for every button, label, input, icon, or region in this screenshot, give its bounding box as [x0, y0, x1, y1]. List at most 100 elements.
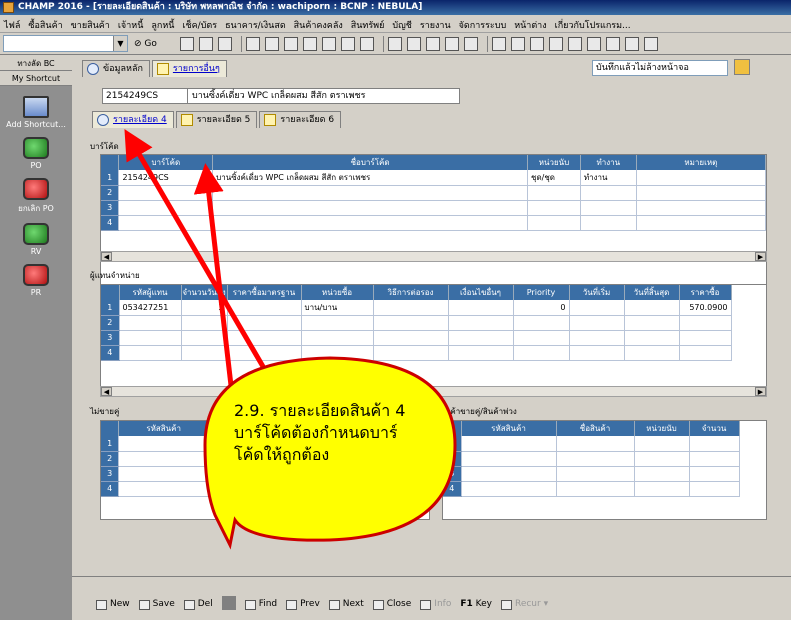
cell[interactable] — [527, 200, 581, 216]
cell[interactable] — [527, 215, 581, 231]
table-row[interactable]: 4 — [101, 215, 766, 231]
save-button[interactable]: Save — [138, 599, 175, 610]
menu-assets[interactable]: สินทรัพย์ — [347, 15, 389, 32]
menu-system[interactable]: จัดการระบบ — [455, 15, 511, 32]
cell[interactable] — [556, 436, 635, 452]
column-header[interactable]: เงื่อนไขอื่นๆ — [448, 285, 514, 300]
cell[interactable] — [556, 451, 635, 467]
table-icon[interactable] — [445, 37, 459, 51]
cell[interactable] — [569, 345, 625, 361]
cell[interactable] — [448, 330, 514, 346]
cell[interactable] — [634, 436, 690, 452]
menu-window[interactable]: หน้าต่าง — [510, 15, 550, 32]
column-header[interactable]: ชื่อบาร์โค้ด — [212, 155, 529, 170]
cell[interactable] — [679, 315, 732, 331]
cell[interactable] — [689, 451, 740, 467]
mail-icon[interactable] — [511, 37, 525, 51]
tab-other-items[interactable]: รายการอื่นๆ — [151, 60, 227, 77]
column-header[interactable]: หน่วยซื้อ — [301, 285, 374, 300]
window-icon[interactable] — [587, 37, 601, 51]
sidebar-tab-bc[interactable]: ทางลัด BC — [0, 56, 72, 71]
cell[interactable] — [556, 466, 635, 482]
cell[interactable] — [569, 300, 625, 316]
cell[interactable] — [118, 481, 209, 497]
table-row[interactable]: 1 053427251 3 บาน/บาน 0 570.0900 — [101, 300, 732, 316]
column-header[interactable]: ทำงาน — [580, 155, 637, 170]
cell[interactable]: 053427251 — [119, 300, 182, 316]
cell[interactable] — [689, 466, 740, 482]
table-row[interactable]: 2 — [101, 185, 766, 201]
tile-icon[interactable] — [606, 37, 620, 51]
cell[interactable] — [624, 315, 680, 331]
cell[interactable]: 0 — [513, 300, 570, 316]
table-row[interactable]: 1 2154249CS บานซิ้งค์เดี่ยว WPC เกล็ดผสม ส… — [101, 170, 766, 186]
save-mode-button[interactable] — [734, 59, 750, 75]
cell[interactable] — [448, 345, 514, 361]
cell[interactable] — [373, 330, 449, 346]
sidebar-item-cancel-po[interactable]: ยกเลิก PO — [0, 178, 72, 215]
column-header[interactable]: วิธีการต่อรอง — [373, 285, 449, 300]
cell[interactable] — [301, 330, 374, 346]
link-icon[interactable] — [388, 37, 402, 51]
sidebar-item-rv[interactable]: RV — [0, 223, 72, 256]
sidebar-tab-my-shortcut[interactable]: My Shortcut — [0, 71, 72, 86]
column-header[interactable]: จำนวนวันส่ง — [181, 285, 228, 300]
column-header[interactable]: หน่วยนับ — [527, 155, 581, 170]
edit-icon[interactable] — [530, 37, 544, 51]
cell[interactable] — [181, 315, 228, 331]
table-row[interactable]: 2 — [101, 315, 732, 331]
cell[interactable] — [689, 436, 740, 452]
cell[interactable] — [118, 436, 209, 452]
cell[interactable] — [527, 185, 581, 201]
exit-icon[interactable] — [644, 37, 658, 51]
close-button[interactable]: Close — [372, 599, 411, 610]
cell[interactable] — [373, 345, 449, 361]
scroll-left-icon[interactable]: ◀ — [101, 387, 112, 396]
cell[interactable] — [227, 315, 302, 331]
chart-icon[interactable] — [492, 37, 506, 51]
prev-button[interactable]: Prev — [286, 599, 320, 610]
cell[interactable] — [513, 330, 570, 346]
tool-icon[interactable] — [218, 37, 232, 51]
cell[interactable] — [208, 466, 429, 482]
table-row[interactable]: 4 — [101, 345, 732, 361]
column-header[interactable]: หน่วยนับ — [634, 421, 690, 436]
forward-icon[interactable] — [284, 37, 298, 51]
column-header[interactable]: จำนวน — [689, 421, 740, 436]
menu-inventory[interactable]: สินค้าคงคลัง — [290, 15, 347, 32]
table-row[interactable]: 3 — [101, 200, 766, 216]
cell[interactable]: บานซิ้งค์เดี่ยว WPC เกล็ดผสม สีสัก ตราเพ… — [212, 170, 529, 186]
cell[interactable] — [636, 200, 766, 216]
table-row[interactable]: 2 — [443, 451, 740, 467]
cell[interactable] — [569, 315, 625, 331]
print-icon[interactable] — [180, 37, 194, 51]
sidebar-item-pr[interactable]: PR — [0, 264, 72, 297]
cell[interactable] — [118, 215, 214, 231]
cell[interactable]: 3 — [181, 300, 228, 316]
calc-icon[interactable] — [549, 37, 563, 51]
new-button[interactable]: New — [96, 599, 130, 610]
cell[interactable] — [580, 200, 637, 216]
cell[interactable]: ทำงาน — [580, 170, 637, 186]
column-header[interactable]: Priority — [513, 285, 570, 300]
cell[interactable] — [679, 345, 732, 361]
preview-icon[interactable] — [199, 37, 213, 51]
cell[interactable] — [636, 215, 766, 231]
product-code-field[interactable]: 2154249CS — [103, 89, 188, 103]
menu-file[interactable]: ไฟล์ — [0, 15, 24, 32]
column-header[interactable]: รหัสผู้แทน — [119, 285, 182, 300]
menu-payable[interactable]: เจ้าหนี้ — [114, 15, 148, 32]
cell[interactable] — [624, 345, 680, 361]
cell[interactable] — [118, 466, 209, 482]
delete-button[interactable]: Del — [183, 599, 213, 610]
menu-receivable[interactable]: ลูกหนี้ — [147, 15, 178, 32]
cell[interactable] — [624, 330, 680, 346]
table-row[interactable]: 3 — [443, 466, 740, 482]
cell[interactable] — [679, 330, 732, 346]
cell[interactable] — [373, 300, 449, 316]
cell[interactable] — [301, 315, 374, 331]
cell[interactable] — [461, 451, 557, 467]
find-button[interactable]: Find — [244, 599, 277, 610]
agent-scrollbar[interactable]: ◀ ▶ — [100, 386, 767, 397]
barcode-scrollbar[interactable]: ◀ ▶ — [100, 251, 767, 262]
